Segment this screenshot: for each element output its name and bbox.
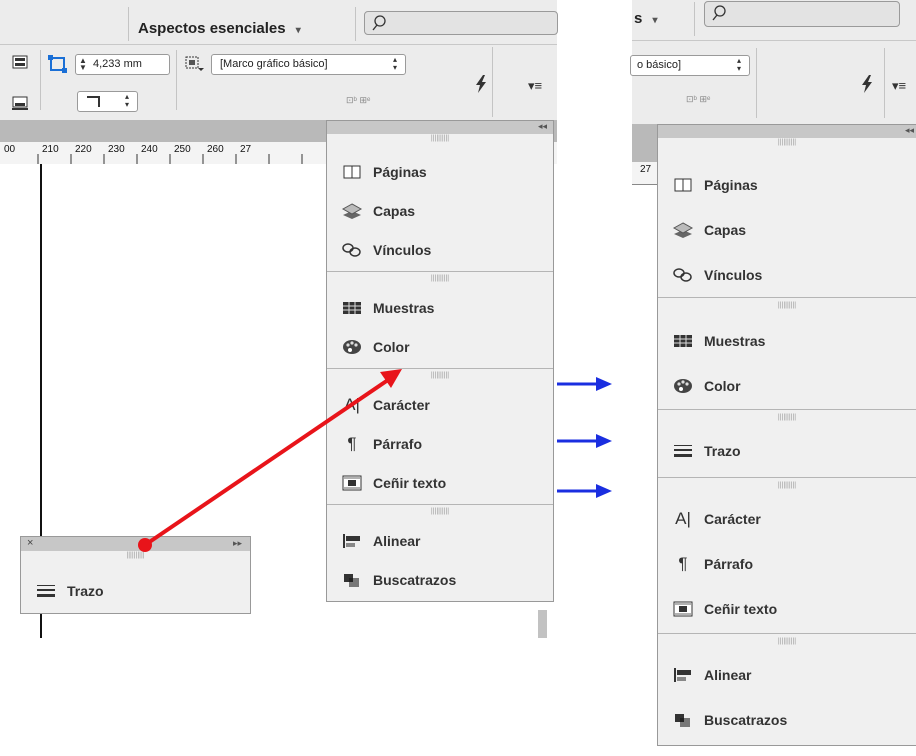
layers-icon (670, 219, 696, 241)
pathfinder-icon (670, 709, 696, 731)
indicator-arrows (557, 377, 612, 498)
panel-item-alinear[interactable]: Alinear (658, 655, 751, 694)
divider (658, 409, 916, 410)
search-input[interactable] (704, 1, 900, 27)
horizontal-ruler: 27 (632, 162, 658, 185)
color-palette-icon (670, 375, 696, 397)
panel-item-muestras[interactable]: Muestras (658, 321, 765, 360)
workspace-switcher[interactable]: s ▾ (634, 10, 658, 27)
divider (884, 48, 885, 118)
select-arrows-icon: ▴ ▾ (736, 56, 741, 73)
divider (658, 477, 916, 478)
panel-dock: ◂◂ |||||||||| Páginas Capas Vínculos |||… (657, 124, 916, 746)
panel-item-label: Párrafo (704, 555, 754, 572)
panel-item-buscatrazos[interactable]: Buscatrazos (658, 700, 787, 739)
panel-item-label: Capas (704, 221, 747, 238)
panel-menu-icon[interactable]: ▾≡ (892, 78, 906, 94)
panel-item-capas[interactable]: Capas (658, 210, 746, 249)
panel-item-label: Color (704, 377, 741, 394)
blue-arrowhead (596, 434, 612, 448)
drag-grip[interactable]: |||||||||| (658, 481, 916, 491)
panel-item-color[interactable]: Color (658, 366, 741, 405)
panel-item-label: Páginas (704, 176, 758, 193)
tutorial-screenshot: Aspectos esenciales ▾ ▲ ▼ 4,233 mm [Marco… (0, 0, 916, 756)
drag-grip[interactable]: |||||||||| (658, 301, 916, 311)
blue-arrowhead (596, 484, 612, 498)
object-style-value: o básico] (637, 59, 682, 71)
panel-item-label: Trazo (704, 442, 741, 459)
divider (632, 40, 916, 41)
links-icon (670, 264, 696, 286)
panel-item-label: Buscatrazos (704, 711, 788, 728)
panel-item-label: Muestras (704, 332, 766, 349)
chevron-down-icon: ▾ (652, 15, 658, 26)
panel-item-label: Alinear (704, 666, 752, 683)
search-icon (712, 5, 726, 21)
pages-icon (670, 174, 696, 196)
divider (694, 2, 695, 36)
stroke-icon (670, 440, 696, 462)
panel-item-label: Ceñir texto (704, 600, 778, 617)
collapse-icon[interactable]: ◂◂ (905, 125, 914, 136)
panel-item-paginas[interactable]: Páginas (658, 165, 758, 204)
drag-start-dot (138, 538, 152, 552)
character-icon: A| (675, 508, 691, 528)
drag-grip[interactable]: |||||||||| (658, 637, 916, 647)
swatches-icon (670, 330, 696, 352)
drag-grip[interactable]: |||||||||| (658, 138, 916, 148)
divider (658, 297, 916, 298)
panel-item-label: Vínculos (704, 266, 763, 283)
drag-arrow (143, 378, 390, 547)
drag-grip[interactable]: |||||||||| (658, 413, 916, 423)
panel-item-trazo[interactable]: Trazo (658, 431, 741, 470)
workspace-label: s (634, 10, 643, 27)
text-wrap-icon (670, 598, 696, 620)
panel-item-caracter[interactable]: A| Carácter (658, 499, 761, 538)
panel-item-parrafo[interactable]: ¶ Párrafo (658, 544, 753, 583)
paragraph-icon: ¶ (678, 553, 688, 573)
transform-content-icons[interactable]: ⊡ᵇ ⊞ᵉ (686, 94, 710, 105)
quick-apply-icon[interactable] (860, 75, 874, 98)
panel-item-label: Carácter (704, 510, 761, 527)
blue-arrowhead (596, 377, 612, 391)
dock-header[interactable]: ◂◂ (658, 125, 916, 138)
ruler-label: 27 (640, 164, 652, 175)
divider (756, 48, 757, 118)
panel-item-cenir-texto[interactable]: Ceñir texto (658, 589, 777, 628)
align-icon (670, 664, 696, 686)
panel-item-vinculos[interactable]: Vínculos (658, 255, 762, 294)
object-style-select[interactable]: o básico] ▴ ▾ (630, 55, 750, 76)
divider (658, 633, 916, 634)
